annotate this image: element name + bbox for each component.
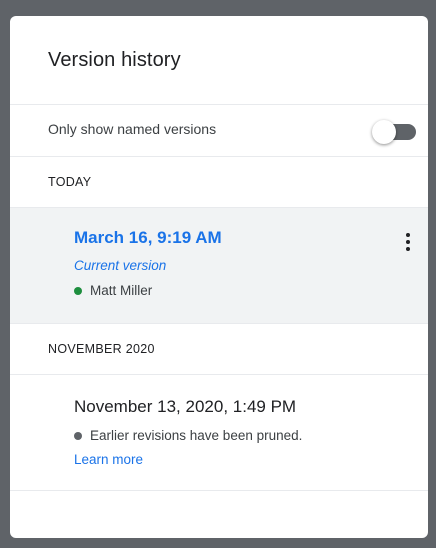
named-versions-label: Only show named versions xyxy=(48,121,217,137)
note-dot xyxy=(74,431,82,440)
version-date: November 13, 2020, 1:49 PM xyxy=(74,397,297,416)
section-header-label: TODAY xyxy=(48,175,92,189)
learn-more-link[interactable]: Learn more xyxy=(74,452,143,467)
author-color-dot xyxy=(74,286,82,295)
current-version-label: Current version xyxy=(74,258,167,273)
named-versions-toggle[interactable] xyxy=(372,120,418,144)
version-author: Matt Miller xyxy=(74,283,152,298)
panel-title: Version history xyxy=(48,49,181,71)
toggle-knob xyxy=(372,120,396,144)
more-vert-icon[interactable] xyxy=(398,228,418,256)
version-date: March 16, 9:19 AM xyxy=(74,228,222,247)
version-item-current[interactable]: March 16, 9:19 AM Current version Matt M… xyxy=(10,208,428,324)
panel-header: Version history xyxy=(10,16,428,105)
version-item-pruned[interactable]: November 13, 2020, 1:49 PM Earlier revis… xyxy=(10,375,428,491)
pruned-note: Earlier revisions have been pruned. xyxy=(74,428,302,443)
version-history-panel: Version history Only show named versions… xyxy=(10,16,428,538)
named-versions-filter-row: Only show named versions xyxy=(10,105,428,157)
section-header-today: TODAY xyxy=(10,157,428,208)
section-header-november-2020: NOVEMBER 2020 xyxy=(10,324,428,375)
author-name: Matt Miller xyxy=(90,283,153,298)
pruned-note-text: Earlier revisions have been pruned. xyxy=(90,428,303,443)
section-header-label: NOVEMBER 2020 xyxy=(48,342,155,356)
